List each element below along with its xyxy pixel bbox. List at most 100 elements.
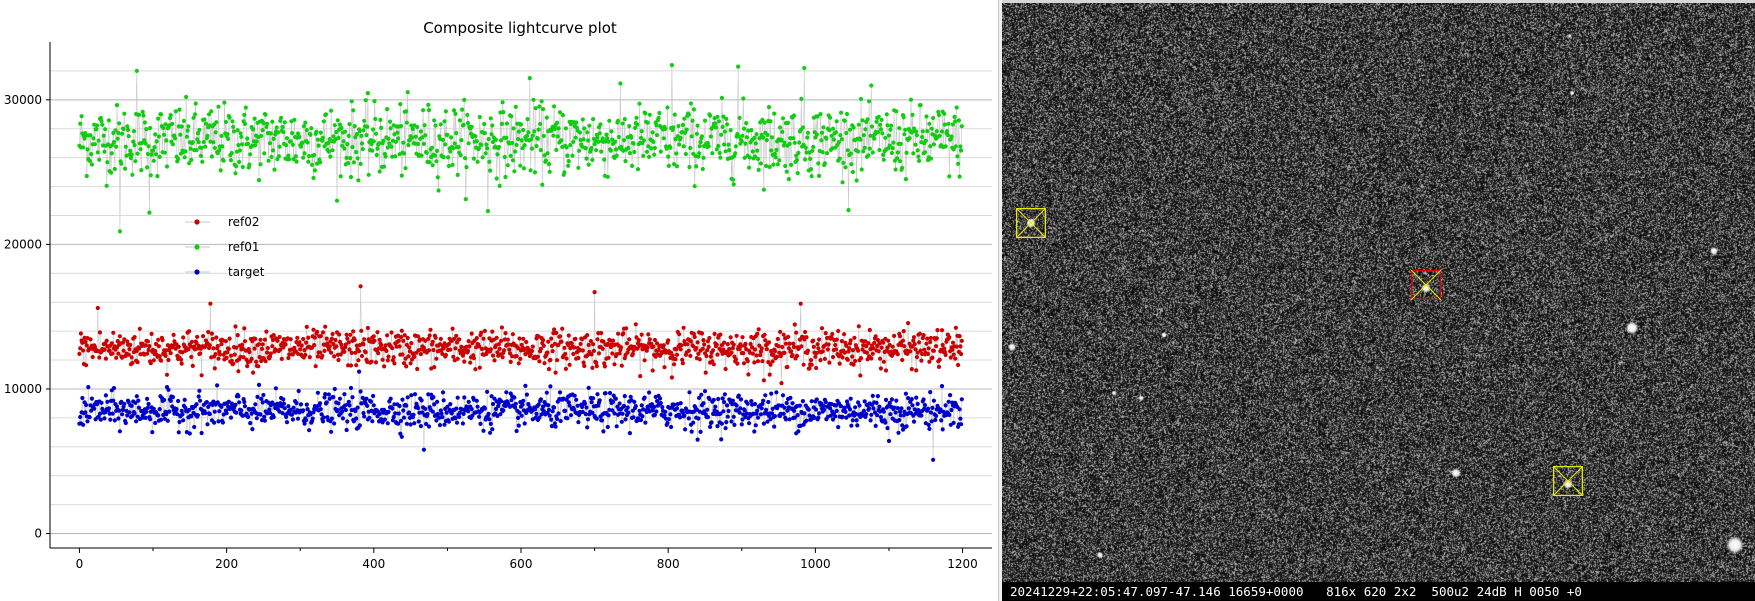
data-point: [606, 355, 611, 360]
data-point: [356, 358, 361, 363]
data-point: [346, 161, 351, 166]
data-point: [410, 135, 415, 140]
data-point: [89, 162, 94, 167]
reference-star-marker-2[interactable]: [1553, 466, 1583, 496]
data-point: [364, 396, 369, 401]
data-point: [580, 117, 585, 122]
data-point: [783, 341, 789, 346]
data-point: [877, 147, 882, 153]
data-point: [658, 401, 663, 406]
data-point: [635, 122, 640, 127]
data-point: [914, 133, 920, 138]
data-point: [308, 132, 313, 137]
data-point: [450, 326, 455, 331]
data-point: [391, 414, 396, 420]
data-point: [127, 410, 132, 415]
target-star-marker[interactable]: [1411, 270, 1441, 300]
data-point: [605, 174, 610, 179]
data-point: [212, 145, 217, 151]
data-point: [768, 119, 773, 124]
data-point: [781, 411, 786, 416]
data-point: [651, 139, 656, 144]
data-point: [536, 127, 541, 132]
data-point: [599, 418, 605, 423]
data-point: [346, 399, 351, 404]
data-point: [834, 337, 839, 342]
data-point: [697, 151, 702, 156]
data-point: [893, 167, 898, 172]
data-point: [427, 160, 432, 165]
x-tick-label: 0: [76, 557, 84, 571]
data-point: [123, 420, 128, 426]
data-point: [337, 332, 342, 337]
data-point: [132, 143, 137, 148]
data-point: [514, 354, 519, 359]
data-point: [931, 115, 936, 121]
data-point: [652, 404, 657, 409]
data-point: [361, 128, 366, 133]
data-point: [665, 420, 670, 426]
data-point: [502, 348, 507, 353]
data-point: [640, 414, 645, 419]
data-point: [208, 301, 213, 306]
data-point: [591, 348, 597, 353]
data-point: [719, 95, 725, 100]
data-point: [597, 398, 602, 403]
data-point: [286, 355, 291, 361]
data-point: [371, 393, 376, 399]
data-point: [432, 365, 437, 370]
data-point: [705, 415, 711, 420]
data-point: [876, 349, 881, 354]
data-point: [706, 144, 711, 149]
data-point: [927, 359, 932, 364]
data-point: [713, 125, 719, 130]
data-point: [453, 111, 458, 116]
data-point: [357, 423, 362, 428]
data-point: [117, 121, 122, 126]
data-point: [377, 169, 382, 174]
data-point: [372, 99, 377, 104]
data-point: [816, 161, 821, 166]
data-point: [256, 342, 262, 347]
data-point: [753, 423, 758, 428]
data-point: [917, 331, 923, 336]
data-point: [817, 173, 822, 178]
data-point: [888, 127, 893, 132]
data-point: [594, 148, 599, 153]
data-point: [117, 429, 122, 434]
data-point: [843, 409, 848, 414]
data-point: [185, 128, 190, 133]
data-point: [622, 394, 627, 399]
data-point: [734, 403, 739, 408]
data-point: [338, 174, 343, 179]
data-point: [365, 124, 370, 129]
data-point: [621, 403, 627, 408]
data-point: [332, 123, 337, 128]
data-point: [847, 346, 852, 351]
data-point: [566, 163, 571, 168]
reference-star-marker-1[interactable]: [1016, 208, 1046, 238]
data-point: [224, 355, 229, 360]
data-point: [320, 419, 326, 424]
data-point: [442, 422, 447, 427]
data-point: [856, 348, 861, 353]
data-point: [187, 431, 192, 436]
data-point: [401, 140, 406, 145]
data-point: [197, 388, 202, 393]
data-point: [576, 420, 581, 425]
data-point: [136, 112, 142, 117]
data-point: [430, 409, 435, 414]
data-point: [499, 399, 504, 404]
data-point: [179, 361, 184, 366]
data-point: [780, 129, 785, 134]
data-point: [226, 136, 231, 141]
data-point: [254, 139, 259, 144]
data-point: [209, 154, 214, 159]
data-point: [840, 180, 845, 185]
data-point: [732, 422, 737, 427]
data-point: [813, 354, 818, 359]
data-point: [215, 383, 220, 388]
data-point: [552, 405, 557, 410]
data-point: [443, 352, 448, 358]
data-point: [776, 344, 781, 349]
